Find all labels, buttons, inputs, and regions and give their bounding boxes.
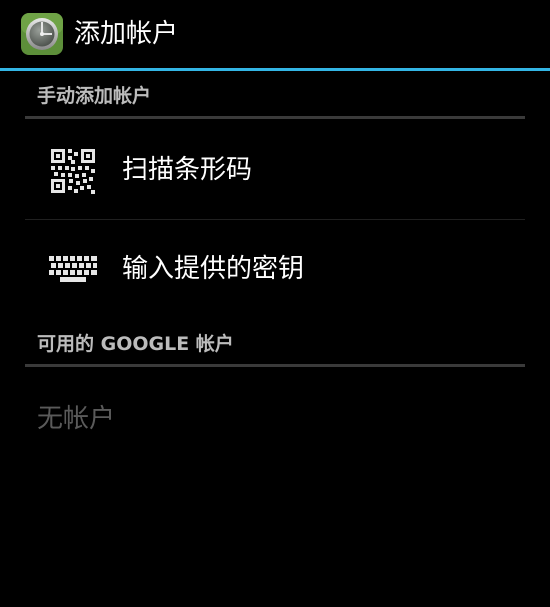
section-divider-google xyxy=(25,364,525,367)
scan-barcode-item[interactable]: 扫描条形码 xyxy=(25,121,525,217)
keyboard-icon xyxy=(49,256,97,282)
section-header-google: 可用的 GOOGLE 帐户 xyxy=(37,333,234,355)
authenticator-icon[interactable] xyxy=(20,12,64,56)
page-title: 添加帐户 xyxy=(74,19,179,49)
section-header-manual: 手动添加帐户 xyxy=(37,85,152,107)
enter-key-item[interactable]: 输入提供的密钥 xyxy=(25,220,525,316)
no-accounts-text: 无帐户 xyxy=(37,404,116,434)
qr-code-icon xyxy=(51,149,95,194)
action-bar: 添加帐户 xyxy=(0,0,550,68)
scan-barcode-label: 扫描条形码 xyxy=(122,155,253,185)
section-divider-manual xyxy=(25,116,525,119)
action-bar-divider xyxy=(0,68,550,71)
enter-key-label: 输入提供的密钥 xyxy=(122,254,305,284)
